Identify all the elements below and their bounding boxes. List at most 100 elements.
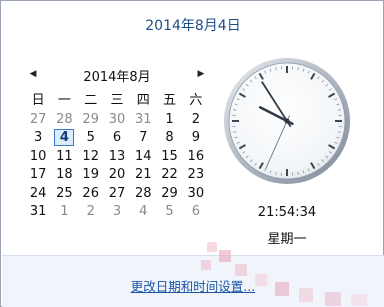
calendar-day-number: 13 [108,148,126,164]
calendar-day-number: 29 [82,111,99,127]
clock-center-pin [284,118,290,124]
weekday-header: 六 [189,93,203,108]
calendar-day[interactable]: 13 [104,148,130,167]
calendar-day[interactable]: 5 [156,203,182,222]
calendar-day-number: 23 [187,167,205,182]
calendar-day[interactable]: 2 [78,203,104,222]
calendar-day[interactable]: 4 [130,203,156,222]
calendar-day-number: 2 [86,204,95,219]
calendar-day-number: 31 [134,111,152,127]
calendar-day-number: 8 [165,130,174,145]
calendar-week-row: 10 11 12 13 14 15 16 [25,148,209,167]
calendar-day-number: 27 [108,185,126,201]
calendar-day-number: 17 [29,167,47,182]
calendar-day[interactable]: 12 [78,148,104,167]
calendar-day-number: 5 [165,204,174,219]
calendar-day[interactable]: 17 [25,166,51,185]
calendar-day[interactable]: 19 [78,166,104,185]
calendar-day[interactable]: 25 [51,185,77,204]
calendar-day[interactable]: 29 [156,185,182,204]
calendar-day[interactable]: 18 [51,166,77,185]
calendar-day-number: 20 [108,167,126,182]
calendar-day-number: 9 [191,130,200,145]
calendar-day[interactable]: 3 [104,203,130,222]
calendar-day-number: 11 [56,148,73,164]
calendar-day-number: 30 [187,185,205,201]
calendar-day[interactable]: 1 [156,111,182,130]
calendar-day[interactable]: 21 [130,166,156,185]
calendar-day[interactable]: 20 [104,166,130,185]
month-year-label[interactable]: 2014年8月 [41,66,193,85]
calendar-day-today[interactable]: 4 [51,129,77,148]
calendar-day-number: 24 [29,185,47,201]
calendar-day[interactable]: 9 [183,129,209,148]
calendar-day-number: 6 [191,204,200,219]
calendar-day[interactable]: 16 [183,148,209,167]
calendar-day-number: 3 [34,130,43,145]
calendar-day[interactable]: 27 [25,111,51,130]
calendar-week-row: 27 28 29 30 31 1 2 [25,111,209,130]
calendar-day-number: 3 [112,204,122,219]
calendar-day[interactable]: 14 [130,148,156,167]
calendar-day-number: 28 [134,185,152,201]
calendar-day-number: 4 [54,129,75,146]
calendar-day[interactable]: 24 [25,185,51,204]
weekday-header: 一 [57,93,71,108]
previous-month-button[interactable]: ◀ [26,67,40,81]
calendar-day[interactable]: 22 [156,166,182,185]
calendar-day-number: 7 [139,130,148,145]
weekday-header: 五 [163,93,177,108]
calendar-day-number: 16 [187,148,205,164]
calendar-grid: 日一二三四五六 27 28 29 30 31 1 2 3 4 5 6 7 8 9 10 11 12 13 14 15 1… [25,92,209,222]
calendar-day[interactable]: 3 [25,129,51,148]
calendar-day-number: 5 [86,130,95,145]
calendar-day[interactable]: 2 [183,111,209,130]
calendar-day-number: 4 [139,204,148,219]
triangle-left-icon: ◀ [29,69,37,79]
weekday-header: 日 [31,93,45,108]
full-date-link[interactable]: 2014年8月4日 [1,15,384,35]
calendar-day-number: 1 [165,111,174,127]
calendar-day-number: 31 [29,204,47,219]
calendar-day[interactable]: 11 [51,148,77,167]
calendar-day[interactable]: 28 [51,111,77,130]
calendar-week-row: 24 25 26 27 28 29 30 [25,185,209,204]
calendar-day[interactable]: 27 [104,185,130,204]
calendar-day[interactable]: 30 [183,185,209,204]
analog-clock [224,58,350,184]
calendar-day[interactable]: 6 [183,203,209,222]
weekday-header: 二 [84,93,98,108]
calendar-day-number: 6 [112,130,122,145]
calendar-day[interactable]: 8 [156,129,182,148]
weekday-header-row: 日一二三四五六 [25,92,209,111]
calendar-day-number: 19 [82,167,99,182]
calendar-day-number: 2 [191,111,200,127]
calendar-day[interactable]: 7 [130,129,156,148]
calendar-day-number: 21 [134,167,152,182]
calendar-day[interactable]: 28 [130,185,156,204]
calendar-day[interactable]: 1 [51,203,77,222]
calendar-day[interactable]: 5 [78,129,104,148]
calendar-day[interactable]: 26 [78,185,104,204]
calendar-day[interactable]: 10 [25,148,51,167]
calendar-day-number: 22 [161,167,178,182]
weekday-header: 四 [136,93,150,108]
calendar-week-row: 345 6 7 8 9 [25,129,209,148]
watermark-overlay [201,242,367,306]
calendar-day-number: 25 [56,185,73,201]
next-month-button[interactable]: ▶ [194,67,208,81]
calendar-week-row: 17 18 19 20 21 22 23 [25,166,209,185]
calendar-day[interactable]: 31 [25,203,51,222]
calendar-day[interactable]: 31 [130,111,156,130]
calendar-day[interactable]: 15 [156,148,182,167]
calendar-day[interactable]: 6 [104,129,130,148]
calendar-day-number: 30 [108,111,126,127]
calendar-day-number: 12 [82,148,99,164]
calendar-day[interactable]: 29 [78,111,104,130]
calendar-day-number: 28 [56,111,73,127]
calendar-day[interactable]: 23 [183,166,209,185]
calendar-day-number: 27 [29,111,47,127]
calendar-day-number: 26 [82,185,99,201]
calendar-day[interactable]: 30 [104,111,130,130]
digital-time: 21:54:34 [257,205,317,220]
